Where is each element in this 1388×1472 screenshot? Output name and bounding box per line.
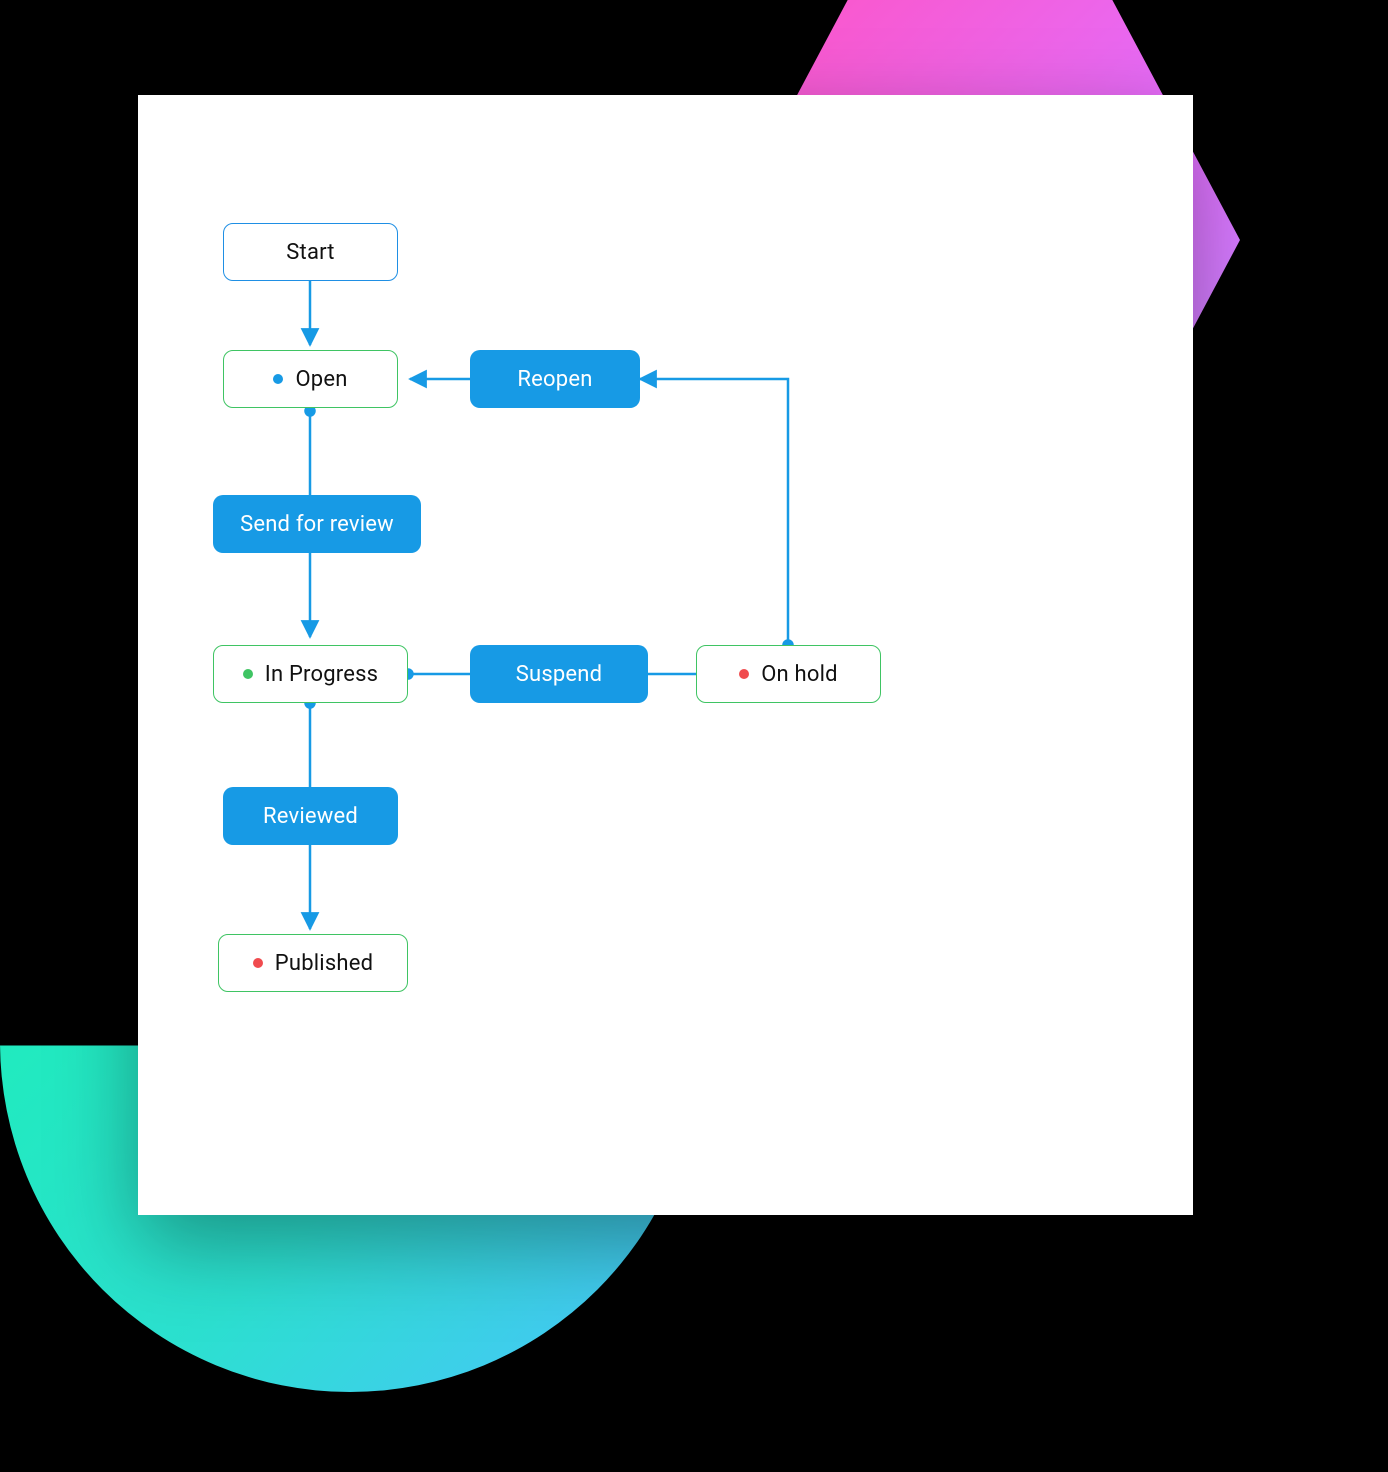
node-label: Open bbox=[295, 367, 347, 392]
workflow-diagram: Start Open Reopen Send for review In Pro… bbox=[138, 95, 1193, 1215]
node-label: On hold bbox=[761, 662, 838, 687]
node-label: In Progress bbox=[265, 662, 378, 687]
node-on-hold: On hold bbox=[696, 645, 881, 703]
node-reopen: Reopen bbox=[470, 350, 640, 408]
node-label: Reopen bbox=[517, 367, 592, 392]
node-label: Suspend bbox=[516, 662, 603, 687]
status-dot-icon bbox=[273, 374, 283, 384]
status-dot-icon bbox=[243, 669, 253, 679]
diagram-card: Start Open Reopen Send for review In Pro… bbox=[138, 95, 1193, 1215]
node-label: Reviewed bbox=[263, 804, 358, 829]
node-label: Published bbox=[275, 951, 373, 976]
node-published: Published bbox=[218, 934, 408, 992]
node-send-for-review: Send for review bbox=[213, 495, 421, 553]
node-reviewed: Reviewed bbox=[223, 787, 398, 845]
node-suspend: Suspend bbox=[470, 645, 648, 703]
node-label: Start bbox=[286, 240, 334, 265]
node-open: Open bbox=[223, 350, 398, 408]
status-dot-icon bbox=[739, 669, 749, 679]
node-label: Send for review bbox=[240, 512, 394, 537]
node-in-progress: In Progress bbox=[213, 645, 408, 703]
node-start: Start bbox=[223, 223, 398, 281]
status-dot-icon bbox=[253, 958, 263, 968]
